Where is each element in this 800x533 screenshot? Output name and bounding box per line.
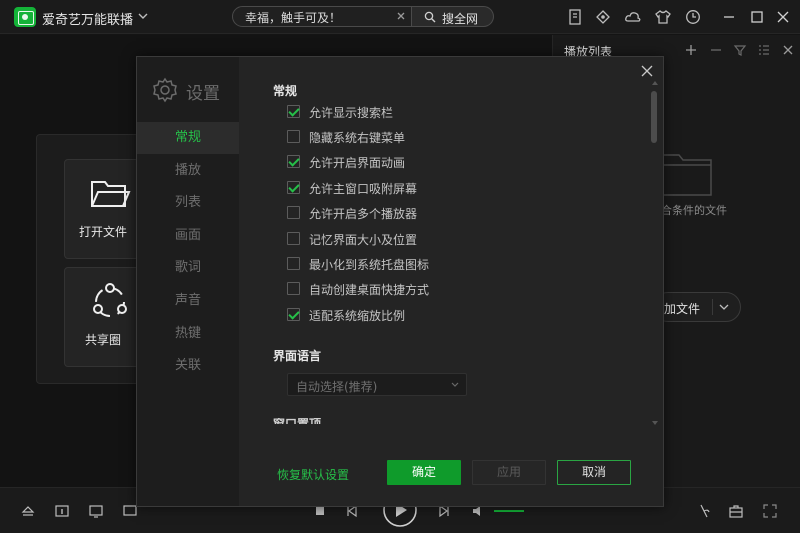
language-value: 自动选择(推荐) [296, 380, 378, 394]
clock-icon[interactable] [684, 8, 702, 26]
settings-nav-general[interactable]: 常规 [137, 122, 239, 154]
option-label: 记忆界面大小及位置 [309, 233, 418, 247]
checkbox[interactable] [287, 308, 300, 321]
quick-actions-panel: 打开文件 共享圈 [36, 134, 150, 384]
settings-nav-picture[interactable]: 画面 [137, 220, 239, 252]
cancel-button[interactable]: 取消 [557, 460, 631, 485]
maximize-icon[interactable] [748, 8, 766, 26]
checkbox[interactable] [287, 105, 300, 118]
settings-nav-sound[interactable]: 声音 [137, 285, 239, 317]
chevron-down-icon [451, 382, 459, 387]
option-label: 隐藏系统右键菜单 [309, 131, 406, 145]
checkbox[interactable] [287, 155, 300, 168]
add-file-button[interactable]: 加文件 [653, 292, 741, 322]
list-mode-icon[interactable] [757, 43, 771, 57]
settings-dialog: 设置 常规 播放 列表 画面 歌词 声音 热键 关联 常规 允许显示搜索栏 隐藏… [136, 56, 664, 507]
scroll-thumb[interactable] [651, 91, 657, 143]
settings-sidebar: 设置 常规 播放 列表 画面 歌词 声音 热键 关联 [137, 57, 239, 506]
settings-nav-list[interactable]: 列表 [137, 187, 239, 219]
app-logo-icon [14, 7, 36, 27]
option-label: 适配系统缩放比例 [309, 309, 406, 323]
language-select[interactable]: 自动选择(推荐) [287, 373, 467, 396]
option-label: 允许开启多个播放器 [309, 207, 418, 221]
scroll-down-icon[interactable] [652, 421, 658, 425]
settings-scrollbar[interactable] [650, 81, 658, 429]
ok-button[interactable]: 确定 [387, 460, 461, 485]
option-label: 允许显示搜索栏 [309, 106, 394, 120]
playlist-empty-hint: 合条件的文件 [661, 204, 727, 217]
cloud-icon[interactable] [624, 8, 642, 26]
apply-button[interactable]: 应用 [472, 460, 546, 485]
fullscreen-icon[interactable] [762, 503, 778, 519]
more-icon[interactable] [781, 43, 795, 57]
screen-icon[interactable] [88, 503, 104, 519]
search-icon [424, 11, 436, 23]
remove-icon[interactable] [709, 43, 723, 57]
settings-nav-association[interactable]: 关联 [137, 350, 239, 382]
search-box [232, 6, 412, 27]
settings-nav-hotkeys[interactable]: 热键 [137, 318, 239, 350]
option-label: 自动创建桌面快捷方式 [309, 283, 430, 297]
add-file-label: 加文件 [664, 302, 701, 316]
minimize-icon[interactable] [720, 8, 738, 26]
option-label: 允许开启界面动画 [309, 156, 406, 170]
close-icon[interactable] [774, 8, 792, 26]
general-section-title: 常规 [273, 84, 298, 98]
folder-open-icon [91, 181, 131, 207]
language-section-title: 界面语言 [273, 349, 322, 363]
filter-icon[interactable] [733, 43, 747, 57]
app-title[interactable]: 爱奇艺万能联播 [42, 9, 133, 28]
share-circle-icon [93, 283, 127, 317]
settings-nav-lyrics[interactable]: 歌词 [137, 252, 239, 284]
search-input[interactable] [245, 10, 390, 24]
volume-level[interactable] [494, 510, 524, 512]
checkbox[interactable] [287, 181, 300, 194]
skin-icon[interactable] [654, 8, 672, 26]
checkbox[interactable] [287, 206, 300, 219]
chevron-down-icon[interactable] [718, 301, 730, 313]
add-icon[interactable] [684, 43, 698, 57]
option-label: 允许主窗口吸附屏幕 [309, 182, 418, 196]
media-library-icon[interactable] [566, 8, 584, 26]
gear-icon [153, 77, 177, 103]
search-all-button[interactable]: 搜全网 [412, 6, 494, 27]
clear-icon[interactable] [395, 10, 407, 22]
subtitle-icon[interactable] [54, 503, 70, 519]
option-label: 最小化到系统托盘图标 [309, 258, 430, 272]
title-bar: 爱奇艺万能联播 搜全网 [0, 0, 800, 34]
settings-content: 常规 允许显示搜索栏 隐藏系统右键菜单 允许开启界面动画 允许主窗口吸附屏幕 允… [239, 57, 663, 427]
chevron-down-icon[interactable] [137, 9, 149, 23]
toolbox-icon[interactable] [728, 503, 744, 519]
checkbox[interactable] [287, 257, 300, 270]
checkbox[interactable] [287, 130, 300, 143]
scroll-up-icon[interactable] [652, 81, 658, 85]
effects-icon[interactable] [696, 503, 712, 519]
settings-nav-playback[interactable]: 播放 [137, 155, 239, 187]
restore-defaults-link[interactable]: 恢复默认设置 [277, 466, 349, 483]
divider [712, 299, 713, 315]
checkbox[interactable] [287, 282, 300, 295]
settings-title: 设置 [186, 84, 220, 104]
search-all-label: 搜全网 [442, 12, 479, 26]
checkbox[interactable] [287, 232, 300, 245]
eject-icon[interactable] [20, 503, 36, 519]
sync-icon[interactable] [594, 8, 612, 26]
empty-folder-icon [660, 154, 712, 196]
window-topmost-section-title: 窗口置顶 [273, 418, 321, 424]
